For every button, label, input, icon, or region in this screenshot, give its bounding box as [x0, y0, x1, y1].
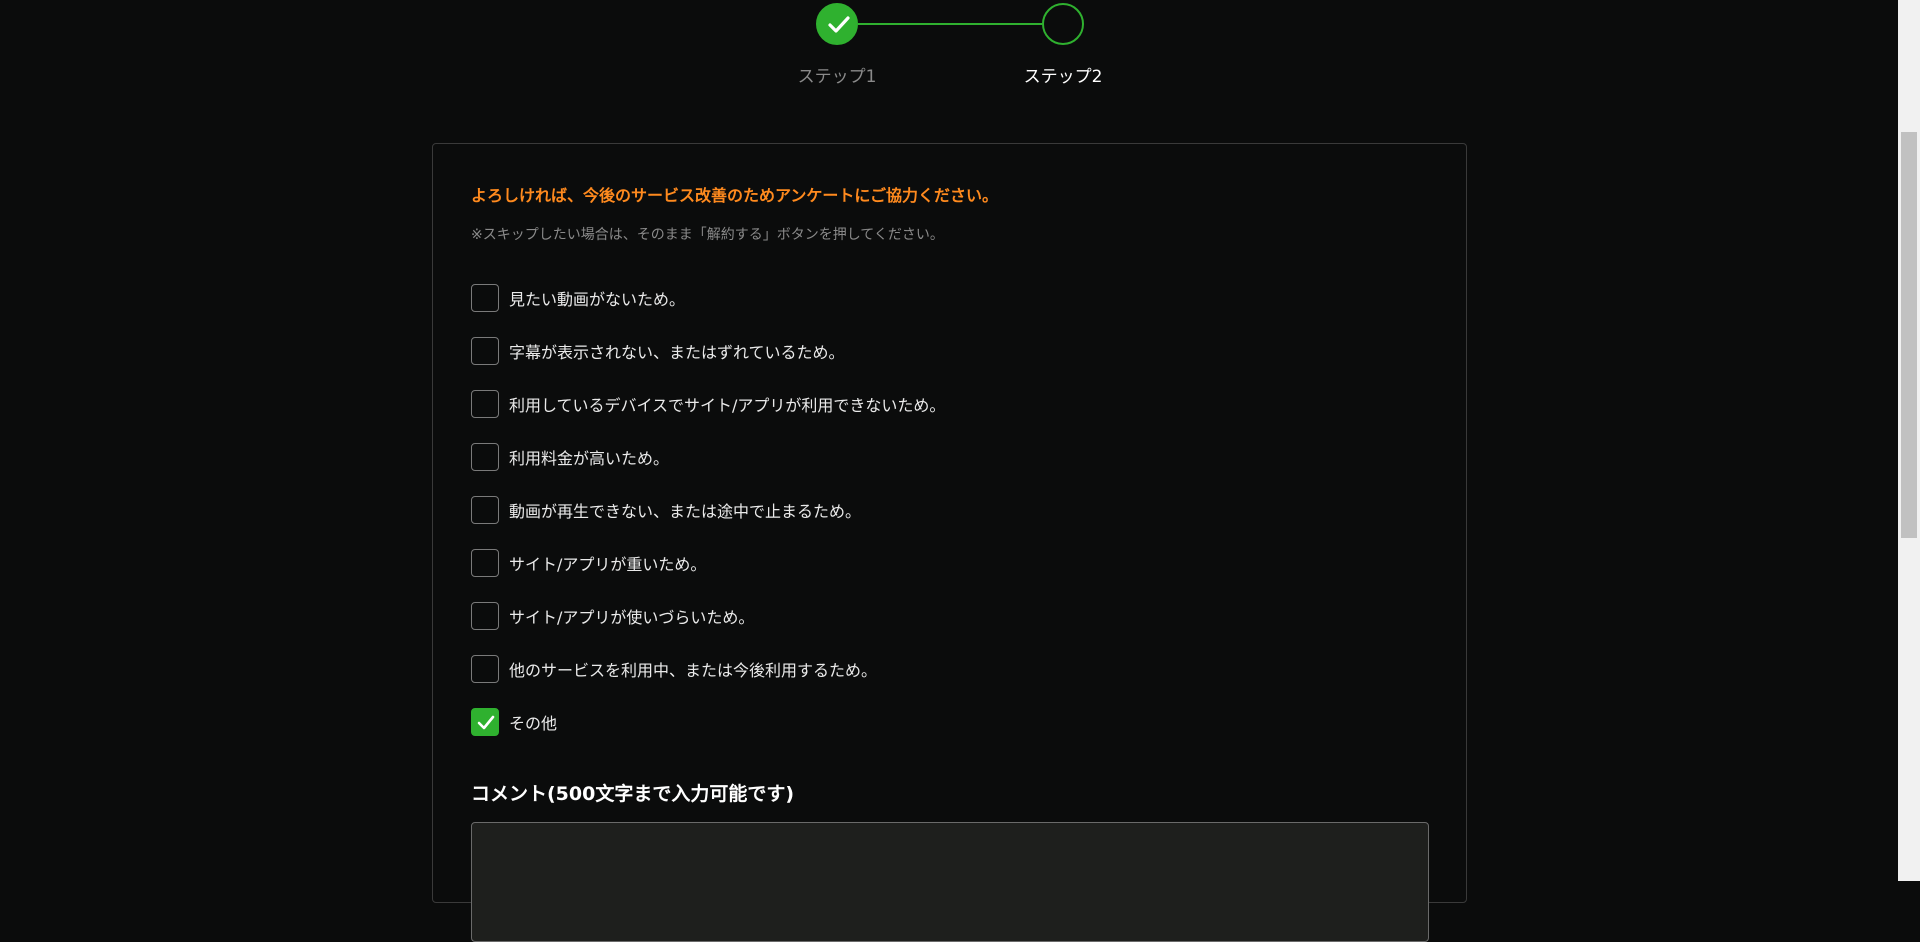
- option-other-service[interactable]: 他のサービスを利用中、または今後利用するため。: [471, 655, 877, 683]
- checkbox[interactable]: [471, 496, 499, 524]
- option-playback-issue[interactable]: 動画が再生できない、または途中で止まるため。: [471, 496, 861, 524]
- option-device-unsupported[interactable]: 利用しているデバイスでサイト/アプリが利用できないため。: [471, 390, 945, 418]
- scrollbar-thumb[interactable]: [1901, 132, 1917, 538]
- option-label: 字幕が表示されない、またはずれているため。: [509, 343, 845, 362]
- skip-note: ※スキップしたい場合は、そのまま「解約する」ボタンを押してください。: [471, 227, 944, 243]
- option-label: サイト/アプリが使いづらいため。: [509, 608, 755, 627]
- option-label: 他のサービスを利用中、または今後利用するため。: [509, 661, 878, 680]
- step-1-complete-icon: [816, 3, 858, 45]
- checkbox[interactable]: [471, 549, 499, 577]
- comment-textarea[interactable]: [471, 822, 1429, 942]
- checkbox[interactable]: [471, 443, 499, 471]
- option-label: サイト/アプリが重いため。: [509, 555, 707, 574]
- checkbox[interactable]: [471, 337, 499, 365]
- option-label: 動画が再生できない、または途中で止まるため。: [509, 502, 862, 521]
- stepper-connector-line: [858, 23, 1042, 25]
- checkbox[interactable]: [471, 602, 499, 630]
- option-app-hard-to-use[interactable]: サイト/アプリが使いづらいため。: [471, 602, 754, 630]
- step-1-label: ステップ1: [797, 67, 877, 87]
- survey-heading: よろしければ、今後のサービス改善のためアンケートにご協力ください。: [471, 186, 999, 205]
- checkbox[interactable]: [471, 284, 499, 312]
- step-2-label: ステップ2: [1023, 67, 1103, 87]
- option-label: その他: [509, 714, 558, 733]
- option-price-high[interactable]: 利用料金が高いため。: [471, 443, 669, 471]
- option-no-desired-videos[interactable]: 見たい動画がないため。: [471, 284, 685, 312]
- option-label: 利用料金が高いため。: [509, 449, 670, 468]
- survey-card: よろしければ、今後のサービス改善のためアンケートにご協力ください。 ※スキップし…: [432, 143, 1467, 942]
- stepper: ステップ1 ステップ2: [0, 0, 1920, 100]
- checkbox-checked[interactable]: [471, 708, 499, 736]
- comment-title: コメント(500文字まで入力可能です): [471, 783, 795, 805]
- step-2-current-icon: [1042, 3, 1084, 45]
- option-app-slow[interactable]: サイト/アプリが重いため。: [471, 549, 706, 577]
- option-label: 利用しているデバイスでサイト/アプリが利用できないため。: [509, 396, 946, 415]
- option-subtitles-issue[interactable]: 字幕が表示されない、またはずれているため。: [471, 337, 845, 365]
- checkmark-icon: [828, 16, 850, 33]
- checkbox[interactable]: [471, 655, 499, 683]
- option-other[interactable]: その他: [471, 708, 557, 736]
- checkbox[interactable]: [471, 390, 499, 418]
- page-scrollbar[interactable]: [1898, 0, 1920, 881]
- checkmark-icon: [477, 715, 495, 730]
- option-label: 見たい動画がないため。: [509, 290, 686, 309]
